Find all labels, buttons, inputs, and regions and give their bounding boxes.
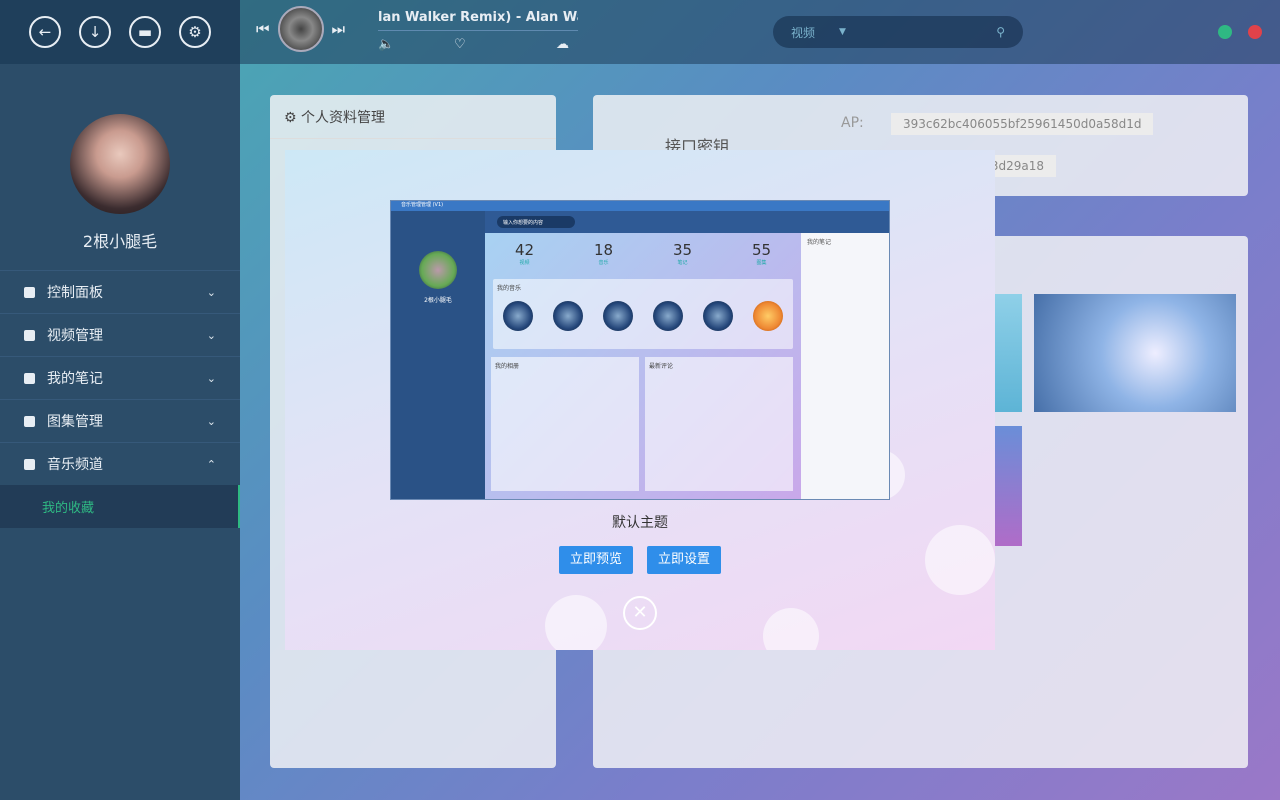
menu-icon: [24, 415, 35, 427]
preview-notes-title: 我的笔记: [807, 239, 832, 246]
stat-label: 笔记: [677, 260, 688, 266]
search-icon[interactable]: ⚲: [996, 25, 1005, 39]
preview-comments-title: 最新评论: [649, 363, 674, 370]
preview-notes-column: 我的笔记: [801, 233, 889, 499]
back-arrow-icon[interactable]: ←: [29, 16, 61, 48]
menu-item-label: 音乐频道: [47, 457, 103, 473]
preview-body: 42 视频 18 音乐 35 笔记 55 图集 我的音乐 我的相册 最新评论: [485, 233, 801, 499]
minimize-button[interactable]: [1218, 25, 1232, 39]
chevron-up-icon: ⌃: [206, 457, 216, 471]
stat-value: 55: [751, 241, 772, 259]
preview-music-box: 我的音乐: [493, 279, 793, 349]
bokeh-bubble: [763, 608, 819, 650]
menu-icon: [24, 329, 35, 341]
stat-label: 音乐: [598, 260, 609, 266]
apply-button[interactable]: 立即设置: [647, 546, 721, 574]
heart-icon[interactable]: ♡: [454, 37, 466, 52]
menu-item-video[interactable]: 视频管理 ⌄: [0, 313, 240, 356]
menu-icon: [24, 286, 35, 298]
menu-item-notes[interactable]: 我的笔记 ⌄: [0, 356, 240, 399]
preview-button[interactable]: 立即预览: [559, 546, 633, 574]
volume-icon[interactable]: 🔈: [378, 37, 394, 52]
music-cover: [703, 301, 733, 331]
preview-stat: 35 笔记: [643, 241, 722, 266]
menu-item-label: 控制面板: [47, 285, 103, 301]
close-window-button[interactable]: [1248, 25, 1262, 39]
username: 2根小腿毛: [82, 232, 158, 251]
panel-title: 个人资料管理: [301, 110, 386, 126]
menu-item-music[interactable]: 音乐频道 ⌃: [0, 442, 240, 485]
next-icon[interactable]: ⏭: [332, 20, 346, 38]
gear-icon[interactable]: ⚙: [179, 16, 211, 48]
chat-icon[interactable]: ▬: [129, 16, 161, 48]
sidebar-toolbar: ← ↓ ▬ ⚙: [0, 0, 240, 64]
search-category-select[interactable]: 视频: [791, 24, 839, 41]
close-icon[interactable]: ✕: [623, 596, 657, 630]
caret-down-icon: ▼: [839, 27, 846, 37]
image-tile[interactable]: [1034, 294, 1236, 412]
sidebar: ← ↓ ▬ ⚙ 2根小腿毛 控制面板 ⌄ 视频管理 ⌄ 我的笔记 ⌄ 图集管理 …: [0, 0, 240, 800]
menu-icon: [24, 458, 35, 470]
preview-gallery-box: 我的相册: [491, 357, 639, 491]
gear-icon: ⚙: [284, 110, 297, 126]
cloud-download-icon[interactable]: ☁: [556, 37, 569, 52]
stat-value: 42: [514, 241, 535, 259]
preview-stat: 42 视频: [485, 241, 564, 266]
chevron-down-icon: ⌄: [206, 414, 216, 428]
chevron-down-icon: ⌄: [206, 328, 216, 342]
song-title: lan Walker Remix) - Alan Walker: [378, 10, 578, 25]
preview-stat: 55 图集: [722, 241, 801, 266]
menu-item-gallery[interactable]: 图集管理 ⌄: [0, 399, 240, 442]
menu-item-label: 视频管理: [47, 328, 103, 344]
music-cover: [603, 301, 633, 331]
panel-header: ⚙ 个人资料管理: [270, 95, 556, 139]
chevron-down-icon: ⌄: [206, 371, 216, 385]
menu-item-label: 我的笔记: [47, 371, 103, 387]
download-icon[interactable]: ↓: [79, 16, 111, 48]
search-bar: 视频 ▼ ⚲: [773, 16, 1023, 48]
album-cover[interactable]: [277, 6, 324, 52]
preview-comments-box: 最新评论: [645, 357, 793, 491]
api-key-label: AP:: [841, 115, 864, 131]
menu-item-dashboard[interactable]: 控制面板 ⌄: [0, 270, 240, 313]
theme-name: 默认主题: [612, 515, 668, 531]
preview-username: 2根小腿毛: [424, 297, 452, 304]
preview-stat: 18 音乐: [564, 241, 643, 266]
music-cover: [753, 301, 783, 331]
chevron-down-icon: ⌄: [206, 285, 216, 299]
menu-item-label: 图集管理: [47, 414, 103, 430]
music-cover: [653, 301, 683, 331]
avatar[interactable]: [70, 114, 170, 214]
bokeh-bubble: [545, 595, 607, 650]
previous-icon[interactable]: ⏮: [256, 20, 270, 38]
preview-avatar: [419, 251, 457, 289]
stat-label: 图集: [756, 260, 767, 266]
music-player: ⏮ ⏭: [256, 6, 345, 52]
preview-gallery-title: 我的相册: [495, 363, 520, 370]
api-key-value: 393c62bc406055bf25961450d0a58d1d: [891, 113, 1154, 135]
theme-modal: 音乐管理管理 (V1) 2根小腿毛 输入你想要的内容 42 视频 18 音乐 35 笔…: [285, 150, 995, 650]
music-cover: [553, 301, 583, 331]
submenu-item-favorites[interactable]: 我的收藏: [0, 485, 240, 528]
stat-value: 35: [672, 241, 693, 259]
profile-section: 2根小腿毛: [0, 64, 240, 270]
menu-icon: [24, 372, 35, 384]
preview-navbar: 输入你想要的内容: [485, 211, 889, 233]
preview-music-title: 我的音乐: [497, 285, 522, 292]
stat-value: 18: [593, 241, 614, 259]
top-bar: ⏮ ⏭ lan Walker Remix) - Alan Walker 🔈 ♡ …: [240, 0, 1280, 64]
theme-preview[interactable]: 音乐管理管理 (V1) 2根小腿毛 输入你想要的内容 42 视频 18 音乐 35 笔…: [390, 200, 890, 500]
progress-bar[interactable]: [378, 30, 578, 31]
bokeh-bubble: [925, 525, 995, 595]
preview-sidebar: 2根小腿毛: [391, 211, 485, 499]
stat-label: 视频: [519, 260, 530, 266]
music-cover: [503, 301, 533, 331]
preview-search: 输入你想要的内容: [497, 216, 575, 228]
preview-title: 音乐管理管理 (V1): [391, 201, 889, 211]
